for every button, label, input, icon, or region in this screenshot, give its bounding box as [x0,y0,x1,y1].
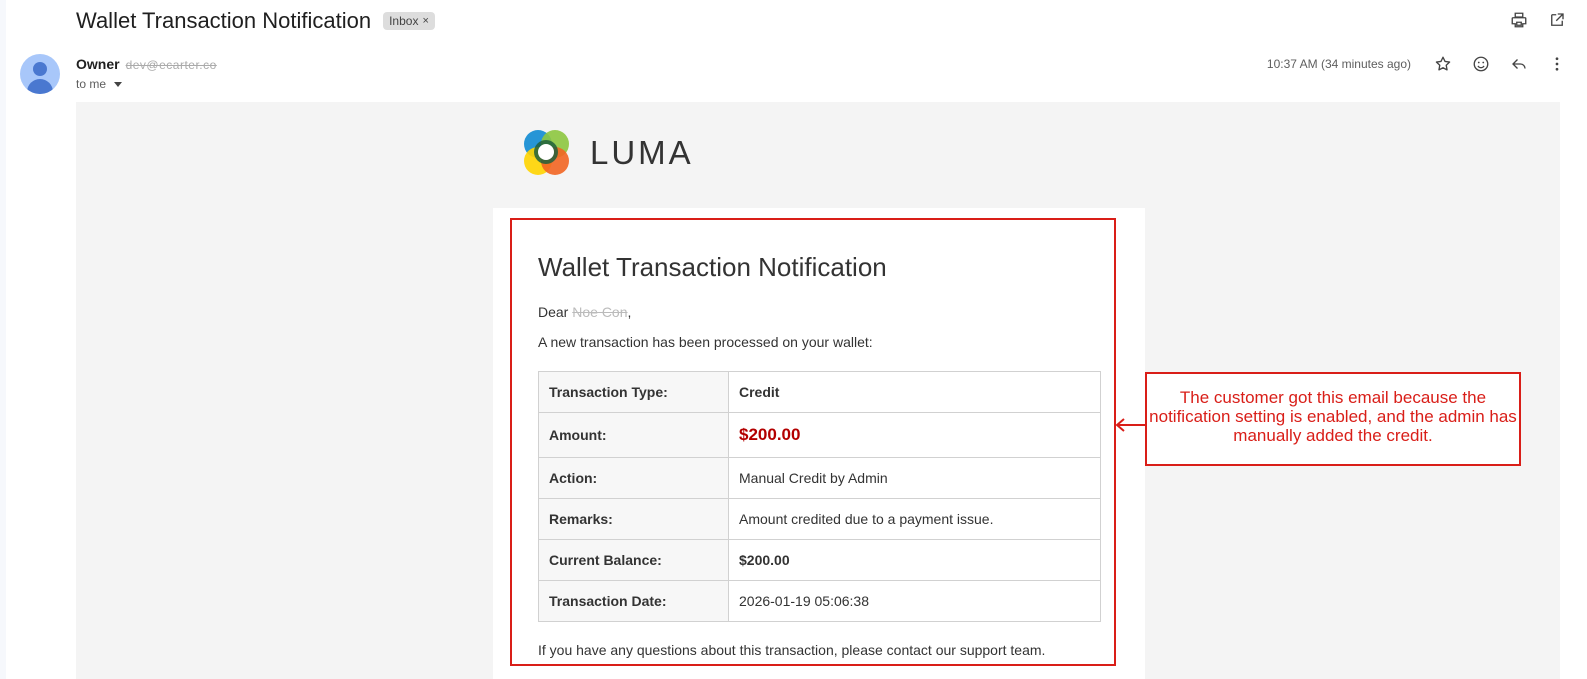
avatar-body [27,79,53,94]
email-subject: Wallet Transaction Notification [76,8,372,33]
star-icon[interactable] [1433,54,1453,74]
inbox-label-chip[interactable]: Inbox × [383,12,435,30]
brand-logo: LUMA [518,125,694,181]
left-strip [0,0,6,679]
recipient-details-toggle[interactable]: to me [76,77,123,91]
more-vert-icon[interactable] [1547,54,1567,74]
avatar-head [33,62,47,76]
sender-avatar[interactable] [20,54,60,94]
top-toolbar [1509,10,1567,30]
chevron-down-icon [114,81,123,87]
annotation-highlight-box [510,218,1116,666]
print-icon[interactable] [1509,10,1529,30]
remove-label-icon[interactable]: × [422,15,428,27]
open-in-new-icon[interactable] [1547,10,1567,30]
brand-name: LUMA [590,134,694,171]
sender-name[interactable]: Owner [76,56,120,72]
message-timestamp: 10:37 AM (34 minutes ago) [1266,57,1411,71]
annotation-arrow-icon [1115,418,1145,432]
sender-email: dev@ecarter.co [125,58,217,72]
sender-info: Owner dev@ecarter.co [76,56,217,72]
to-me-label: to me [76,77,107,91]
luma-logo-icon [524,130,569,175]
reply-icon[interactable] [1509,54,1529,74]
emoji-icon[interactable] [1471,54,1491,74]
subject-row: Wallet Transaction Notification Inbox × [76,6,435,36]
message-actions: 10:37 AM (34 minutes ago) [1267,54,1567,74]
annotation-callout: The customer got this email because the … [1145,372,1521,466]
inbox-label-text: Inbox [389,14,419,28]
